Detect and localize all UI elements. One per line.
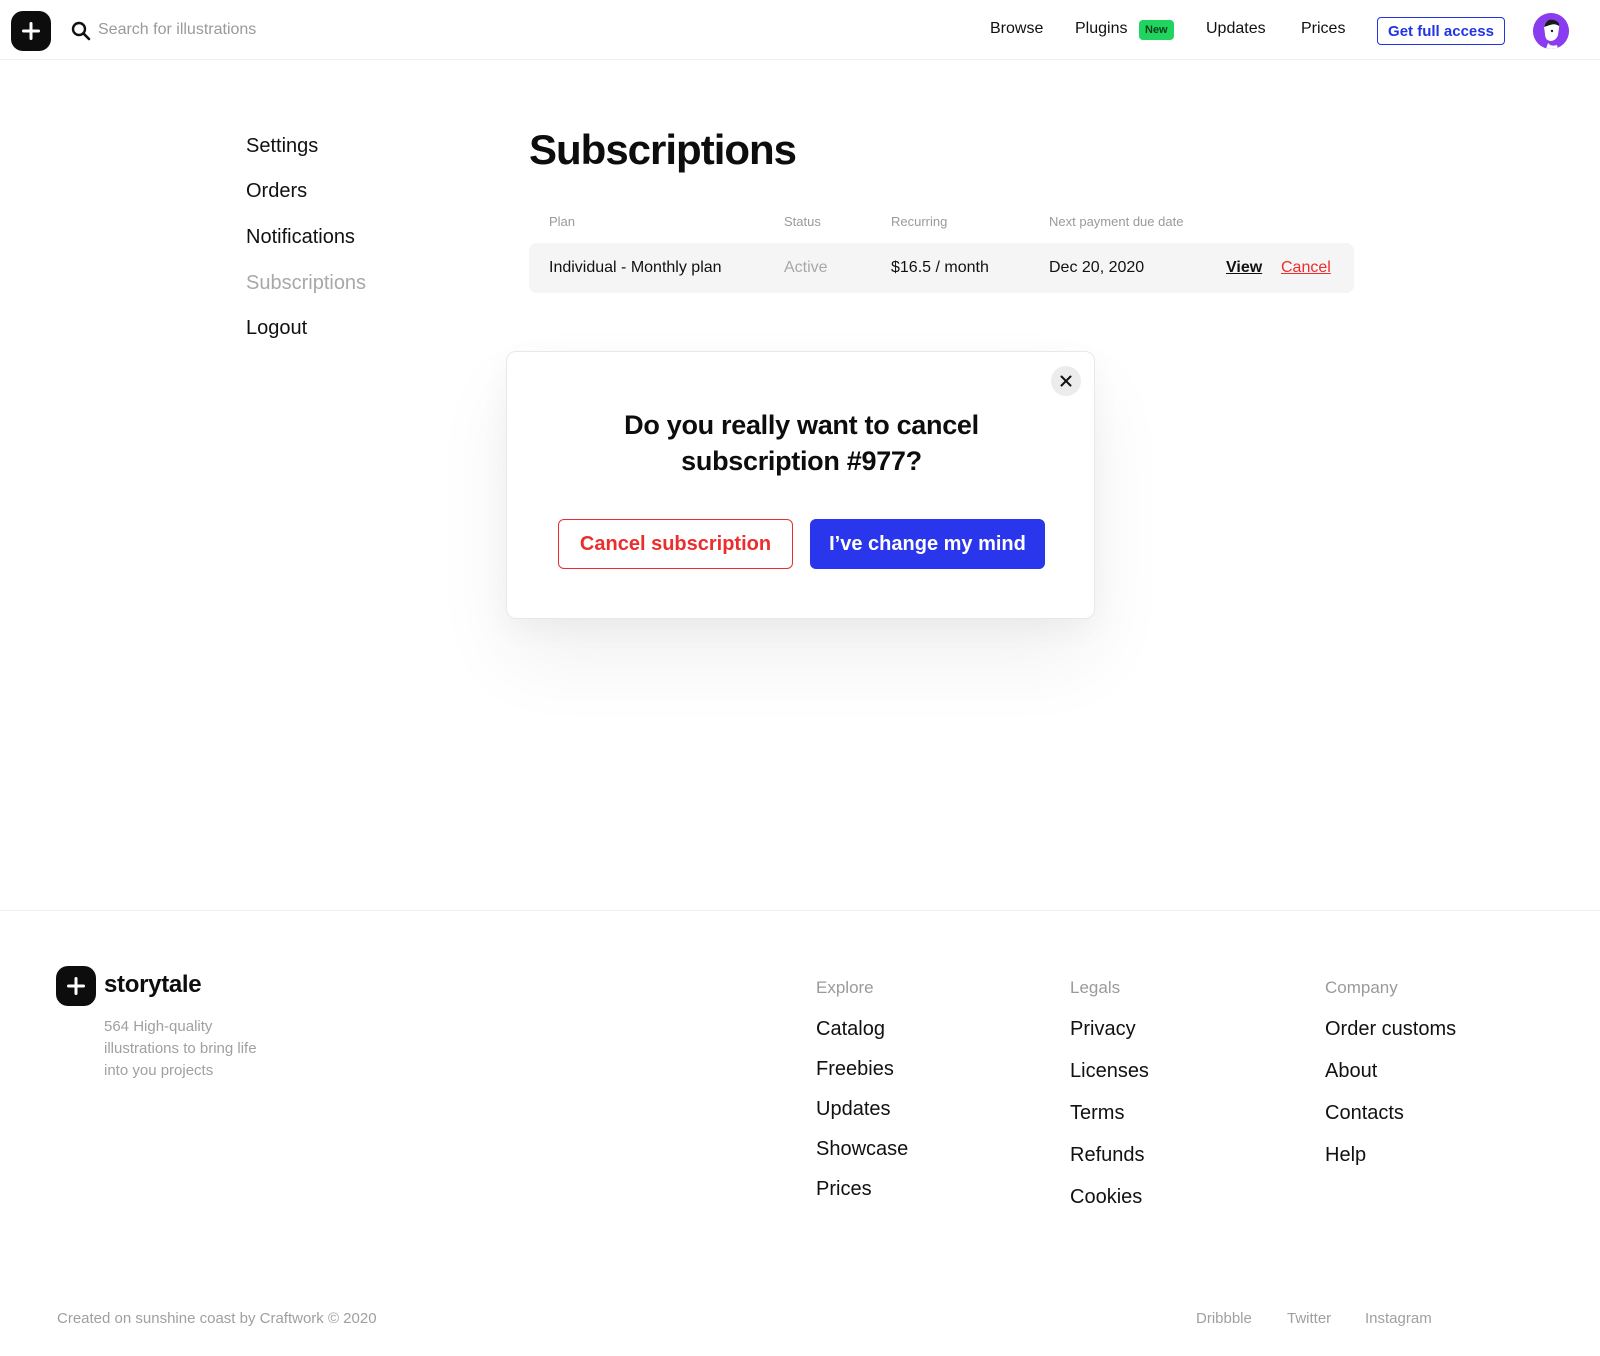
footer-tagline: 564 High-quality illustrations to bring … xyxy=(104,1018,257,1079)
footer-link-refunds[interactable]: Refunds xyxy=(1070,1144,1145,1167)
close-modal-button[interactable] xyxy=(1051,366,1081,396)
get-full-access-button[interactable]: Get full access xyxy=(1377,17,1505,45)
storytale-logo-icon[interactable] xyxy=(11,11,51,51)
view-subscription-link[interactable]: View xyxy=(1226,259,1262,277)
nav-browse[interactable]: Browse xyxy=(990,20,1043,38)
plus-icon xyxy=(22,22,40,40)
footer-heading-company: Company xyxy=(1325,978,1398,997)
status-cell: Active xyxy=(784,259,828,276)
footer-social-dribbble[interactable]: Dribbble xyxy=(1196,1310,1252,1327)
modal-title-line-2: subscription #977? xyxy=(681,446,922,476)
plus-icon xyxy=(67,977,85,995)
footer-link-freebies[interactable]: Freebies xyxy=(816,1058,894,1081)
side-item-logout[interactable]: Logout xyxy=(246,317,307,340)
close-icon xyxy=(1060,375,1072,387)
search-icon[interactable] xyxy=(70,20,92,42)
nav-updates[interactable]: Updates xyxy=(1206,20,1266,38)
footer-divider xyxy=(0,910,1600,911)
side-item-orders[interactable]: Orders xyxy=(246,180,307,203)
footer-link-order-customs[interactable]: Order customs xyxy=(1325,1018,1456,1041)
cancel-confirmation-modal: Do you really want to cancel subscriptio… xyxy=(506,351,1095,619)
footer-link-updates[interactable]: Updates xyxy=(816,1098,891,1121)
top-navigation: Browse Plugins New Updates Prices Get fu… xyxy=(0,0,1600,60)
footer-logo-icon[interactable] xyxy=(56,966,96,1006)
footer-copyright: Created on sunshine coast by Craftwork ©… xyxy=(57,1310,377,1327)
plan-cell: Individual - Monthly plan xyxy=(549,259,722,276)
footer-heading-explore: Explore xyxy=(816,978,874,997)
footer-social-twitter[interactable]: Twitter xyxy=(1287,1310,1331,1327)
avatar-illustration-icon xyxy=(1533,13,1569,49)
side-item-subscriptions[interactable]: Subscriptions xyxy=(246,272,366,295)
column-header-recurring: Recurring xyxy=(891,214,948,229)
footer-social-instagram[interactable]: Instagram xyxy=(1365,1310,1432,1327)
subscription-row: Individual - Monthly plan Active $16.5 /… xyxy=(529,243,1354,293)
search-input[interactable] xyxy=(98,18,418,42)
footer-link-cookies[interactable]: Cookies xyxy=(1070,1186,1142,1209)
keep-subscription-button[interactable]: I’ve change my mind xyxy=(810,519,1045,569)
column-header-status: Status xyxy=(784,214,821,229)
footer-brand-name: storytale xyxy=(104,971,202,998)
new-badge: New xyxy=(1139,20,1174,40)
footer-link-about[interactable]: About xyxy=(1325,1060,1377,1083)
footer-link-help[interactable]: Help xyxy=(1325,1144,1366,1167)
footer-link-catalog[interactable]: Catalog xyxy=(816,1018,885,1041)
modal-title: Do you really want to cancel subscriptio… xyxy=(547,407,1056,479)
footer-link-licenses[interactable]: Licenses xyxy=(1070,1060,1149,1083)
modal-title-line-1: Do you really want to cancel xyxy=(624,410,979,440)
side-item-settings[interactable]: Settings xyxy=(246,135,318,158)
nav-prices[interactable]: Prices xyxy=(1301,20,1345,38)
confirm-cancel-subscription-button[interactable]: Cancel subscription xyxy=(558,519,793,569)
footer-link-terms[interactable]: Terms xyxy=(1070,1102,1124,1125)
side-item-notifications[interactable]: Notifications xyxy=(246,226,355,249)
next-payment-cell: Dec 20, 2020 xyxy=(1049,259,1145,276)
cancel-subscription-link[interactable]: Cancel xyxy=(1281,259,1331,277)
column-header-plan: Plan xyxy=(549,214,576,229)
page-title: Subscriptions xyxy=(529,126,797,173)
recurring-cell: $16.5 / month xyxy=(891,259,989,276)
nav-plugins[interactable]: Plugins xyxy=(1075,20,1127,38)
footer-link-privacy[interactable]: Privacy xyxy=(1070,1018,1136,1041)
user-avatar[interactable] xyxy=(1533,13,1569,49)
footer-heading-legals: Legals xyxy=(1070,978,1121,997)
footer-link-showcase[interactable]: Showcase xyxy=(816,1138,908,1161)
column-header-next-payment: Next payment due date xyxy=(1049,214,1184,229)
footer-link-prices[interactable]: Prices xyxy=(816,1178,872,1201)
footer-link-contacts[interactable]: Contacts xyxy=(1325,1102,1404,1125)
